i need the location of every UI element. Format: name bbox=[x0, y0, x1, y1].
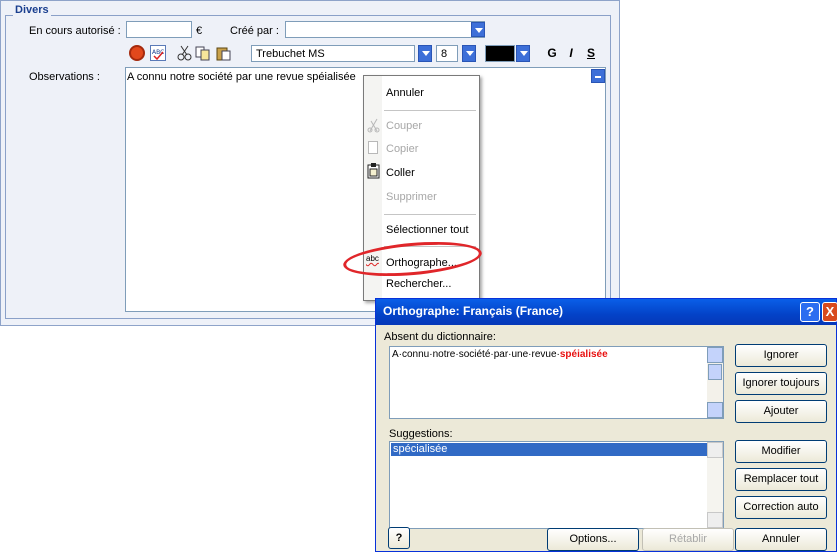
font-family-value: Trebuchet MS bbox=[256, 48, 325, 60]
ignorer-toujours-button[interactable]: Ignorer toujours bbox=[735, 372, 827, 395]
scroll-up-icon bbox=[707, 442, 723, 458]
chevron-down-icon[interactable] bbox=[471, 22, 485, 37]
divers-panel: Divers En cours autorisé : € Créé par : … bbox=[0, 0, 620, 326]
options-button[interactable]: Options... bbox=[547, 528, 639, 551]
close-button[interactable]: X bbox=[822, 302, 837, 322]
italic-button[interactable]: I bbox=[564, 46, 578, 60]
cree-par-label: Créé par : bbox=[230, 25, 279, 37]
text-color-swatch[interactable] bbox=[485, 45, 515, 62]
menu-item-couper: Couper bbox=[386, 120, 423, 132]
copy-icon[interactable] bbox=[195, 45, 211, 61]
collapse-icon[interactable] bbox=[591, 69, 605, 83]
sentence-normal: A·connu·notre·société·par·une·revue· bbox=[392, 349, 560, 360]
spellcheck-icon[interactable]: ABC bbox=[150, 45, 166, 61]
observations-text: A connu notre société par une revue spéi… bbox=[127, 71, 356, 83]
sentence-scrollbar[interactable] bbox=[707, 347, 723, 418]
en-cours-label: En cours autorisé : bbox=[29, 25, 121, 37]
font-family-select[interactable]: Trebuchet MS bbox=[251, 45, 415, 62]
modifier-button[interactable]: Modifier bbox=[735, 440, 827, 463]
scissors-icon bbox=[367, 117, 381, 136]
currency-symbol: € bbox=[196, 25, 203, 37]
observations-label: Observations : bbox=[29, 71, 100, 83]
font-size-dropdown-button[interactable] bbox=[462, 45, 476, 62]
spelling-dialog: Orthographe: Français (France) ? X Absen… bbox=[375, 298, 837, 552]
ignorer-button[interactable]: Ignorer bbox=[735, 344, 827, 367]
menu-separator bbox=[384, 110, 476, 111]
clipboard-icon bbox=[367, 163, 381, 182]
annuler-button[interactable]: Annuler bbox=[735, 528, 827, 551]
font-size-value: 8 bbox=[441, 48, 448, 60]
divers-legend: Divers bbox=[13, 4, 51, 16]
menu-item-rechercher[interactable]: Rechercher... bbox=[386, 278, 451, 290]
menu-item-coller[interactable]: Coller bbox=[386, 167, 415, 179]
absent-label: Absent du dictionnaire: bbox=[384, 331, 496, 343]
cree-par-select[interactable] bbox=[285, 21, 485, 38]
help-button[interactable]: ? bbox=[800, 302, 820, 322]
menu-item-annuler[interactable]: Annuler bbox=[386, 87, 424, 99]
scroll-thumb[interactable] bbox=[708, 364, 722, 380]
retablir-button: Rétablir bbox=[642, 528, 734, 551]
font-size-select[interactable]: 8 bbox=[436, 45, 458, 62]
scroll-down-icon[interactable] bbox=[707, 402, 723, 418]
bold-button[interactable]: G bbox=[545, 46, 559, 60]
sentence-box[interactable]: A·connu·notre·société·par·une·revue·spéi… bbox=[389, 346, 724, 419]
remplacer-tout-button[interactable]: Remplacer tout bbox=[735, 468, 827, 491]
misspelled-word: spéialisée bbox=[559, 349, 608, 360]
text-color-dropdown-button[interactable] bbox=[516, 45, 530, 62]
menu-item-copier: Copier bbox=[386, 143, 419, 155]
copy-icon bbox=[368, 141, 378, 154]
ajouter-button[interactable]: Ajouter bbox=[735, 400, 827, 423]
help-icon[interactable]: ? bbox=[388, 527, 410, 549]
suggestions-list[interactable]: spécialisée bbox=[389, 441, 724, 529]
en-cours-input[interactable] bbox=[126, 21, 192, 38]
font-family-dropdown-button[interactable] bbox=[418, 45, 432, 62]
menu-item-selectionner-tout[interactable]: Sélectionner tout bbox=[386, 224, 469, 236]
scroll-down-icon bbox=[707, 512, 723, 528]
underline-button[interactable]: S bbox=[584, 46, 598, 60]
suggestions-label: Suggestions: bbox=[389, 428, 453, 440]
paste-icon[interactable] bbox=[215, 45, 231, 61]
menu-item-supprimer: Supprimer bbox=[386, 191, 437, 203]
dialog-titlebar: Orthographe: Français (France) ? X bbox=[376, 299, 837, 325]
cut-icon[interactable] bbox=[177, 45, 193, 61]
sentence-text: A·connu·notre·société·par·une·revue·spéi… bbox=[392, 349, 608, 360]
suggestions-scrollbar bbox=[707, 442, 723, 528]
suggestion-item[interactable]: spécialisée bbox=[391, 443, 708, 456]
correction-auto-button[interactable]: Correction auto bbox=[735, 496, 827, 519]
record-icon[interactable] bbox=[129, 45, 145, 61]
menu-separator bbox=[384, 214, 476, 215]
scroll-up-icon[interactable] bbox=[707, 347, 723, 363]
dialog-title: Orthographe: Français (France) bbox=[383, 304, 564, 318]
